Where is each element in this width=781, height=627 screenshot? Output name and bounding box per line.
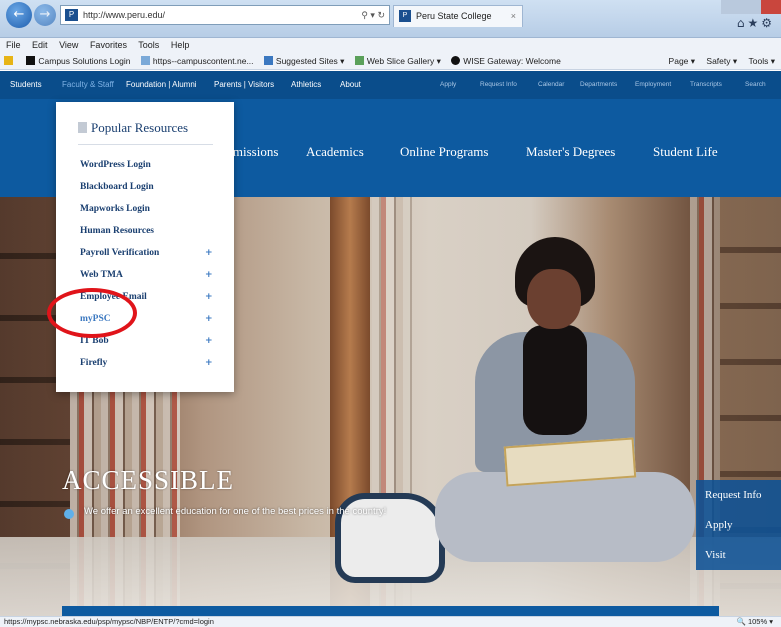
- nav-apply[interactable]: Apply: [440, 71, 456, 99]
- nav-athletics[interactable]: Athletics: [291, 71, 321, 99]
- address-bar[interactable]: P http://www.peru.edu/ ⚲ ▾ ↻: [60, 5, 390, 25]
- expand-icon: +: [205, 248, 213, 258]
- menu-help[interactable]: Help: [171, 40, 190, 50]
- dropdown-item-wordpress[interactable]: WordPress Login: [80, 160, 220, 170]
- nav-parents-visitors[interactable]: Parents | Visitors: [214, 71, 274, 99]
- cta-request-info[interactable]: Request Info: [696, 480, 781, 510]
- menu-edit[interactable]: Edit: [32, 40, 48, 50]
- side-cta-panel: Request Info Apply Visit: [696, 480, 781, 570]
- close-window-button[interactable]: [761, 0, 781, 14]
- menu-bar: File Edit View Favorites Tools Help: [0, 38, 781, 52]
- slide-dot-icon[interactable]: [64, 509, 74, 519]
- expand-icon: +: [205, 270, 213, 280]
- command-bar: Page ▾ Safety ▾ Tools ▾: [660, 52, 775, 70]
- nav-search[interactable]: Search: [745, 71, 766, 99]
- zoom-level[interactable]: 🔍 105% ▾: [737, 617, 773, 627]
- window-controls: [721, 0, 781, 14]
- expand-icon: +: [205, 314, 213, 324]
- minimize-button[interactable]: [721, 0, 741, 14]
- menu-favorites[interactable]: Favorites: [90, 40, 127, 50]
- hero-bottom-bar: [62, 606, 719, 616]
- tab-close-icon[interactable]: ×: [511, 6, 516, 26]
- nav-faculty-staff[interactable]: Faculty & Staff: [62, 71, 114, 99]
- fav-campus-solutions[interactable]: Campus Solutions Login: [26, 52, 131, 70]
- expand-icon: +: [205, 336, 213, 346]
- mainnav-online-programs[interactable]: Online Programs: [400, 144, 488, 160]
- mainnav-student-life[interactable]: Student Life: [653, 144, 718, 160]
- search-refresh-icon[interactable]: ⚲ ▾ ↻: [361, 6, 385, 24]
- bookmark-icon: [78, 122, 87, 133]
- student-reading-image: [435, 237, 695, 616]
- maximize-button[interactable]: [741, 0, 761, 14]
- nav-calendar[interactable]: Calendar: [538, 71, 564, 99]
- forward-arrow-icon[interactable]: →: [34, 4, 56, 26]
- tab-favicon-icon: P: [399, 10, 411, 22]
- cmd-page[interactable]: Page ▾: [669, 56, 695, 66]
- cta-visit[interactable]: Visit: [696, 540, 781, 570]
- hero-title: ACCESSIBLE: [62, 465, 235, 495]
- dropdown-item-blackboard[interactable]: Blackboard Login: [80, 182, 220, 192]
- status-bar: https://mypsc.nebraska.edu/psp/mypsc/NBP…: [0, 616, 781, 627]
- dropdown-item-payroll[interactable]: Payroll Verification +: [80, 248, 220, 258]
- favorites-bar: Campus Solutions Login https--campuscont…: [0, 52, 781, 70]
- cmd-tools[interactable]: Tools ▾: [749, 56, 775, 66]
- nav-about[interactable]: About: [340, 71, 361, 99]
- divider: [78, 144, 213, 145]
- dropdown-heading: Popular Resources: [78, 120, 188, 136]
- dropdown-item-web-tma[interactable]: Web TMA +: [80, 270, 220, 280]
- mainnav-masters-degrees[interactable]: Master's Degrees: [526, 144, 615, 160]
- nav-foundation-alumni[interactable]: Foundation | Alumni: [126, 71, 197, 99]
- browser-tab[interactable]: P Peru State College ×: [393, 5, 523, 27]
- fav-campuscontent[interactable]: https--campuscontent.ne...: [140, 52, 254, 70]
- fav-web-slice-gallery[interactable]: Web Slice Gallery ▾: [354, 52, 441, 70]
- site-favicon-icon: P: [65, 9, 78, 21]
- fav-wise-gateway[interactable]: WISE Gateway: Welcome: [451, 52, 561, 70]
- favorite-star-icon[interactable]: [4, 52, 16, 70]
- fav-suggested-sites[interactable]: Suggested Sites ▾: [263, 52, 344, 70]
- cta-apply[interactable]: Apply: [696, 510, 781, 540]
- hero-text: We offer an excellent education for one …: [84, 506, 387, 517]
- tab-title: Peru State College: [416, 11, 492, 21]
- nav-employment[interactable]: Employment: [635, 71, 671, 99]
- highlight-circle-annotation: [47, 288, 137, 338]
- nav-students[interactable]: Students: [10, 71, 42, 99]
- nav-transcripts[interactable]: Transcripts: [690, 71, 722, 99]
- mainnav-academics[interactable]: Academics: [306, 144, 364, 160]
- browser-titlebar: ← → P http://www.peru.edu/ ⚲ ▾ ↻ P Peru …: [0, 0, 781, 38]
- cmd-safety[interactable]: Safety ▾: [706, 56, 737, 66]
- faculty-staff-dropdown: Popular Resources WordPress Login Blackb…: [56, 102, 234, 392]
- expand-icon: +: [205, 292, 213, 302]
- dropdown-item-it-bob[interactable]: IT Bob +: [80, 336, 220, 346]
- nav-request-info[interactable]: Request Info: [480, 71, 517, 99]
- menu-tools[interactable]: Tools: [138, 40, 159, 50]
- menu-view[interactable]: View: [59, 40, 78, 50]
- nav-departments[interactable]: Departments: [580, 71, 617, 99]
- dropdown-item-human-resources[interactable]: Human Resources: [80, 226, 220, 236]
- dropdown-item-firefly[interactable]: Firefly +: [80, 358, 220, 368]
- status-url: https://mypsc.nebraska.edu/psp/mypsc/NBP…: [4, 617, 214, 626]
- address-url: http://www.peru.edu/: [83, 10, 166, 20]
- browser-window: ← → P http://www.peru.edu/ ⚲ ▾ ↻ P Peru …: [0, 0, 781, 627]
- home-star-gear-icons[interactable]: ⌂★⚙: [737, 16, 775, 30]
- utility-nav: Students Faculty & Staff Foundation | Al…: [0, 71, 781, 99]
- back-arrow-icon[interactable]: ←: [6, 2, 32, 28]
- menu-file[interactable]: File: [6, 40, 21, 50]
- expand-icon: +: [205, 358, 213, 368]
- dropdown-item-mapworks[interactable]: Mapworks Login: [80, 204, 220, 214]
